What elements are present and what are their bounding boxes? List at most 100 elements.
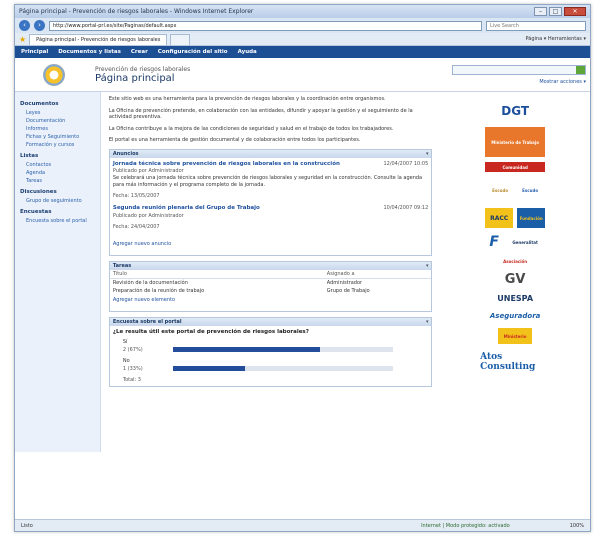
nav-section-listas[interactable]: Listas — [20, 153, 97, 159]
main-content: Este sitio web es una herramienta para l… — [101, 92, 440, 452]
url-input[interactable]: http://www.portal-prl.es/site/Paginas/de… — [49, 20, 482, 31]
nav-item[interactable]: Documentación — [18, 117, 97, 125]
close-icon[interactable]: ✕ — [564, 7, 586, 16]
site-search-input[interactable] — [453, 66, 576, 74]
sponsor-logo-asociacion[interactable]: Asociación — [485, 256, 545, 266]
nav-item[interactable]: Contactos — [18, 161, 97, 169]
nav-item[interactable]: Fichas y Seguimiento — [18, 133, 97, 141]
sponsor-logo-atos[interactable]: Atos Consulting — [480, 349, 550, 375]
sponsor-logo-unespa[interactable]: UNESPA — [485, 292, 545, 304]
sponsor-logo-fundacion[interactable]: Fundación — [517, 208, 546, 228]
task-title[interactable]: Preparación de la reunión de trabajo — [110, 287, 324, 295]
nav-section-discusiones[interactable]: Discusiones — [20, 189, 97, 195]
nav-link-documentos[interactable]: Documentos y listas — [58, 49, 121, 55]
nav-link-crear[interactable]: Crear — [131, 49, 148, 55]
survey-header[interactable]: Encuesta sobre el portal — [113, 318, 423, 326]
survey-option-label: No — [122, 357, 130, 364]
announcement-author: Publicado por Administrador — [112, 212, 184, 219]
sponsor-logo-ministerio-b[interactable]: Ministerio — [498, 328, 533, 344]
nav-item[interactable]: Tareas — [18, 177, 97, 185]
webpart-menu-icon[interactable]: ▾ — [423, 262, 431, 270]
sponsor-logo-f[interactable]: F — [486, 233, 502, 251]
column-header[interactable]: Título — [109, 269, 324, 279]
nav-item[interactable]: Agenda — [18, 169, 97, 177]
tab-bar: ★ Página principal - Prevención de riesg… — [15, 33, 590, 46]
window-title: Página principal - Prevención de riesgos… — [19, 8, 254, 15]
nav-item[interactable]: Leyes — [18, 109, 97, 117]
address-bar: ‹ › http://www.portal-prl.es/site/Pagina… — [15, 18, 590, 33]
intro-paragraph: El portal es una herramienta de gestión … — [108, 137, 361, 143]
survey-bar-fill — [172, 347, 321, 352]
sponsor-logo-gv[interactable]: GV — [485, 271, 545, 287]
nav-item[interactable]: Grupo de seguimiento — [18, 197, 97, 205]
announcement-title[interactable]: Jornada técnica sobre prevención de ries… — [113, 161, 358, 168]
sponsor-logo-escudo[interactable]: Escudo — [491, 177, 509, 203]
survey-total: Total: 3 — [122, 376, 141, 383]
page-header: Prevención de riesgos laborales Página p… — [15, 58, 590, 92]
nav-section-encuestas[interactable]: Encuestas — [20, 209, 97, 215]
maximize-icon[interactable]: □ — [549, 7, 562, 16]
search-go-icon[interactable] — [576, 65, 585, 74]
status-text: Listo — [21, 522, 33, 529]
sponsor-logo-comunidad[interactable]: Comunidad — [485, 162, 546, 172]
nav-item[interactable]: Informes — [18, 125, 97, 133]
sponsor-logos: DGT Ministerio de Trabajo Comunidad Escu… — [440, 92, 590, 452]
announcement-title[interactable]: Segunda reunión plenaria del Grupo de Tr… — [113, 205, 358, 212]
site-actions-link[interactable]: Mostrar acciones ▾ — [452, 79, 586, 85]
sponsor-logo-escudo[interactable]: Escudo — [521, 177, 539, 203]
nav-link-principal[interactable]: Principal — [21, 49, 48, 55]
announcement-body: Se celebrará una jornada técnica sobre p… — [112, 175, 423, 188]
add-task-link[interactable]: Agregar nuevo elemento — [110, 295, 431, 305]
nav-section-documentos[interactable]: Documentos — [20, 101, 97, 107]
zoom-level[interactable]: 100% — [570, 523, 584, 529]
forward-icon[interactable]: › — [34, 20, 45, 31]
site-logo[interactable] — [43, 63, 65, 86]
site-search — [452, 64, 586, 75]
breadcrumb[interactable]: Prevención de riesgos laborales — [95, 66, 452, 73]
announcements-webpart: Anuncios ▾ Jornada técnica sobre prevenci… — [108, 148, 433, 256]
minimize-icon[interactable]: – — [534, 7, 547, 16]
task-assignee[interactable]: Grupo de Trabajo — [324, 287, 431, 295]
announcement-date: 10/04/2007 09:12 — [383, 205, 429, 211]
browser-search-input[interactable]: Live Search — [486, 20, 586, 31]
survey-option-count: 1 (33%) — [122, 365, 143, 372]
webpart-menu-icon[interactable]: ▾ — [423, 150, 431, 158]
survey-question: ¿Le resulta útil este portal de prevenci… — [112, 328, 309, 335]
announcement-fecha: Fecha: 24/04/2007 — [112, 223, 160, 230]
nav-link-configuracion[interactable]: Configuración del sitio — [158, 49, 228, 55]
site-top-nav: Principal Documentos y listas Crear Conf… — [15, 46, 590, 58]
tab-current[interactable]: Página principal - Prevención de riesgos… — [29, 33, 168, 45]
task-assignee[interactable]: Administrador — [324, 278, 431, 287]
sponsor-logo-generalitat[interactable]: Generalitat — [506, 233, 544, 251]
nav-link-ayuda[interactable]: Ayuda — [238, 49, 257, 55]
intro-paragraph: La Oficina contribuye a la mejora de las… — [108, 125, 394, 132]
announcement-date: 12/04/2007 10:05 — [383, 160, 429, 167]
sponsor-logo-ministerio[interactable]: Ministerio de Trabajo — [485, 127, 546, 157]
tasks-header[interactable]: Tareas — [113, 262, 423, 270]
task-title[interactable]: Revisión de la documentación — [110, 278, 324, 287]
security-zone[interactable]: Internet | Modo protegido: activado — [421, 523, 510, 529]
intro-paragraph: Este sitio web es una herramienta para l… — [108, 96, 386, 102]
page-title: Página principal — [95, 72, 175, 84]
add-announcement-link[interactable]: Agregar nuevo anuncio — [110, 239, 431, 249]
sponsor-logo-racc[interactable]: RACC — [485, 208, 514, 228]
announcement-author: Publicado por Administrador — [112, 168, 184, 174]
column-header[interactable]: Asignado a — [323, 269, 432, 279]
back-icon[interactable]: ‹ — [19, 20, 30, 31]
survey-bar-track — [172, 366, 393, 371]
toolbar-menus[interactable]: Página ▾ Herramientas ▾ — [526, 36, 587, 42]
tasks-webpart: Tareas ▾ Título Asignado a Revisión de la… — [108, 260, 433, 312]
sponsor-logo-aseguradora[interactable]: Aseguradora — [485, 309, 545, 323]
sponsor-logo-dgt[interactable]: DGT — [485, 100, 545, 122]
announcement-fecha: Fecha: 13/05/2007 — [112, 193, 160, 199]
nav-item[interactable]: Formación y cursos — [18, 141, 97, 149]
announcements-header[interactable]: Anuncios — [113, 150, 423, 158]
title-bar: Página principal - Prevención de riesgos… — [15, 5, 590, 18]
new-tab-button[interactable] — [170, 33, 191, 45]
tasks-table: Título Asignado a Revisión de la documen… — [109, 269, 432, 295]
survey-option-count: 2 (67%) — [122, 346, 143, 353]
favorites-star-icon[interactable]: ★ — [19, 35, 26, 44]
webpart-menu-icon[interactable]: ▾ — [423, 318, 431, 326]
nav-item[interactable]: Encuesta sobre el portal — [18, 217, 97, 225]
intro-paragraph: La Oficina de prevención pretende, en co… — [108, 107, 413, 121]
